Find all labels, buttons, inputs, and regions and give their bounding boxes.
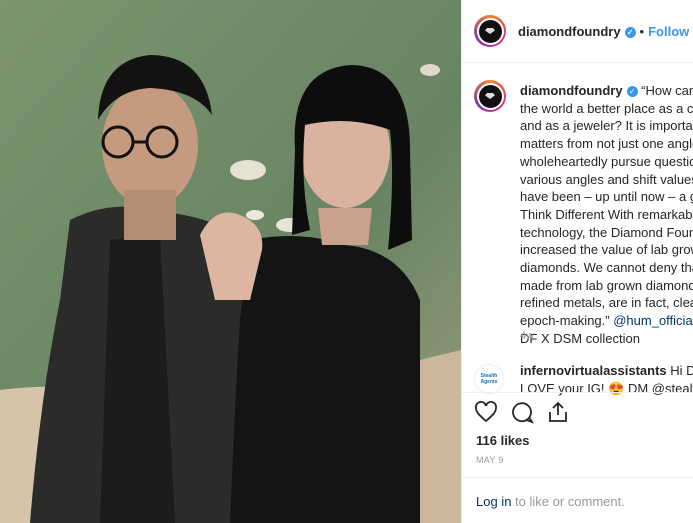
user-avatar[interactable] xyxy=(474,15,506,47)
caption-avatar[interactable] xyxy=(474,80,506,112)
caption-line: DF X DSM collection xyxy=(520,330,640,346)
commenter-username-link[interactable]: infernovirtualassistants xyxy=(520,363,667,378)
separator-dot: • xyxy=(639,23,645,39)
username-link[interactable]: diamondfoundry ✓ xyxy=(518,24,636,39)
verified-badge-icon: ✓ xyxy=(626,86,638,98)
caption-line: made from lab grown diamonds xyxy=(520,277,693,293)
commenter-avatar[interactable]: Stealth Agents xyxy=(474,364,504,394)
post-date[interactable]: MAY 9 xyxy=(476,455,504,465)
caption-line: technology, the Diamond Found xyxy=(520,224,693,240)
mention-link[interactable]: @hum_official xyxy=(613,313,693,328)
caption-line: Think Different With remarkabl xyxy=(520,206,693,222)
likes-count[interactable]: 116 likes xyxy=(476,433,530,448)
caption-text: diamondfoundry✓ “How can I the world a b… xyxy=(520,82,693,348)
caption-line: refined metals, are in fact, clea xyxy=(520,295,693,311)
follow-button[interactable]: Follow xyxy=(648,24,689,39)
caption-line: increased the value of lab grow xyxy=(520,242,693,258)
avatar-text: Stealth Agents xyxy=(480,373,498,385)
diamond-icon xyxy=(485,93,495,99)
login-link[interactable]: Log in xyxy=(476,494,511,509)
caption-age[interactable]: 4w xyxy=(520,330,534,342)
login-prompt-text: to like or comment. xyxy=(511,494,625,509)
photo-couple-image xyxy=(0,0,461,523)
caption-line: matters from not just one angle xyxy=(520,136,693,152)
caption-line: wholeheartedly pursue question xyxy=(520,153,693,169)
username-text: diamondfoundry xyxy=(518,23,621,39)
post-header: diamondfoundry ✓ • Follow xyxy=(462,0,693,63)
post-sidebar: diamondfoundry ✓ • Follow diamondfoundry ✓… xyxy=(461,0,693,523)
caption-line: and as a jeweler? It is importan xyxy=(520,118,693,134)
divider xyxy=(462,392,693,394)
caption-username-link[interactable]: diamondfoundry xyxy=(520,83,623,98)
post-photo[interactable] xyxy=(0,0,461,523)
action-bar xyxy=(474,400,570,424)
diamond-icon xyxy=(485,28,495,34)
login-footer: Log in to like or comment. xyxy=(462,477,693,523)
share-icon[interactable] xyxy=(546,400,570,424)
comment-icon[interactable] xyxy=(510,400,534,424)
caption-line: diamonds. We cannot deny tha xyxy=(520,260,693,276)
caption-line: various angles and shift values xyxy=(520,171,693,187)
avatar-image xyxy=(476,82,504,110)
verified-badge-icon: ✓ xyxy=(624,26,636,38)
caption-line: epoch-making.” xyxy=(520,313,610,329)
avatar-image xyxy=(476,17,504,45)
caption-line: “How can I xyxy=(641,83,693,98)
caption-line: the world a better place as a cr xyxy=(520,100,693,116)
comment-line: Hi Dia xyxy=(670,363,693,378)
caption-line: have been – up until now – a giv xyxy=(520,189,693,205)
heart-icon[interactable] xyxy=(474,400,498,424)
